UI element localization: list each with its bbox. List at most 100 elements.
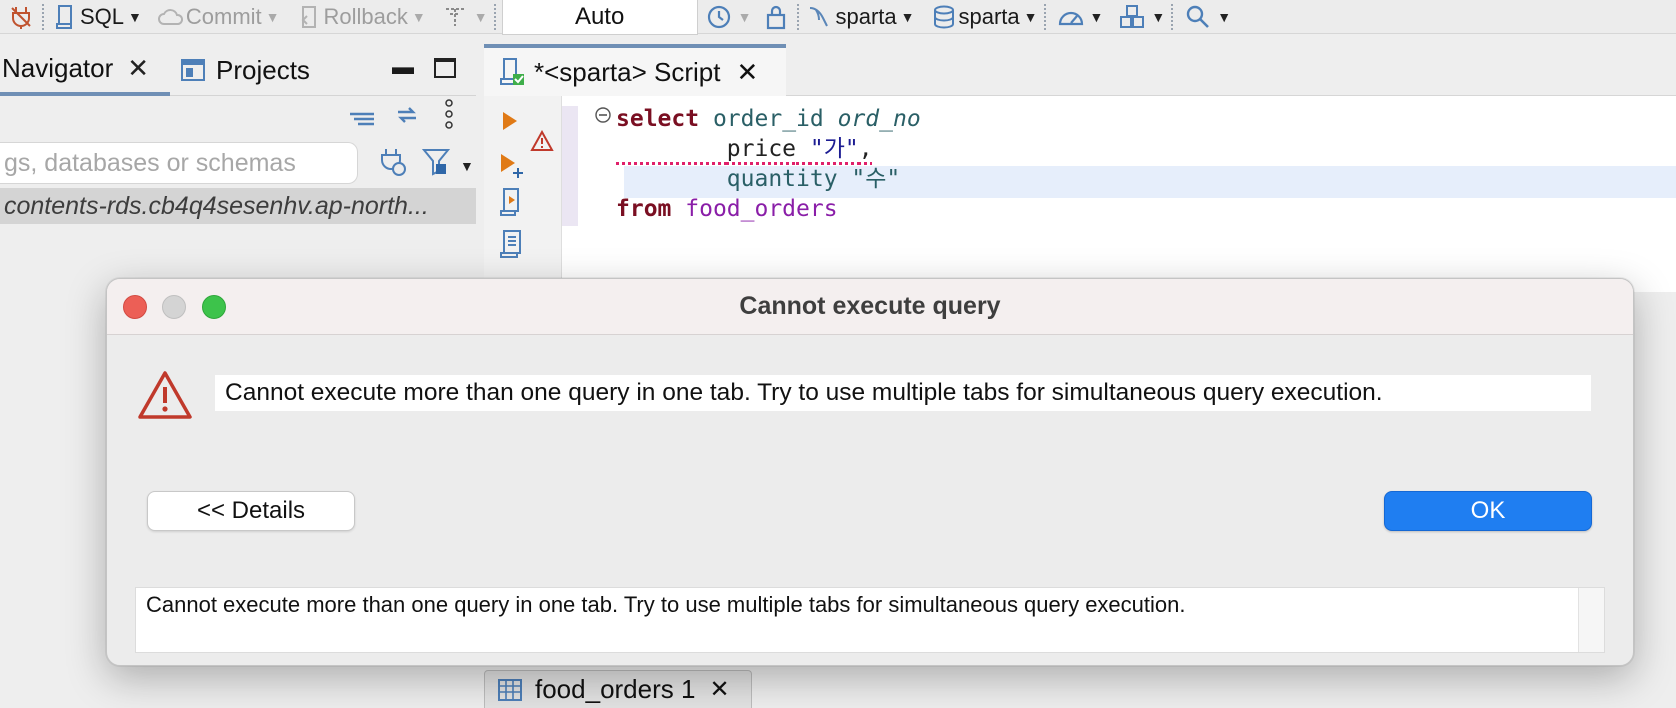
navigator-tab-bar: Navigator ✕ Projects ▬ — [0, 44, 476, 96]
error-details-textarea[interactable]: Cannot execute more than one query in on… — [135, 587, 1605, 653]
ok-button[interactable]: OK — [1384, 491, 1592, 531]
rollback-icon — [294, 2, 324, 32]
toolbar-separator — [1043, 3, 1046, 30]
sql-editor[interactable]: select order_id ord_no price "가", quanti… — [484, 96, 1676, 292]
sql-script-icon — [496, 56, 526, 88]
dialog-title-bar: Cannot execute query — [107, 279, 1633, 335]
string-literal: "가" — [809, 136, 859, 162]
schema-label: sparta — [958, 3, 1020, 29]
chevron-down-icon[interactable]: ▼ — [460, 158, 474, 174]
datasource-selector[interactable]: sparta ▼ — [805, 0, 915, 34]
code-line: from food_orders — [616, 194, 921, 224]
editor-ruler — [562, 106, 578, 226]
transaction-icon — [440, 2, 470, 32]
toolbar-separator — [1171, 3, 1174, 30]
code-line: select order_id ord_no — [616, 104, 921, 134]
column-name: order_id — [712, 106, 824, 132]
window-close-button[interactable] — [123, 295, 147, 319]
dashboard-button[interactable]: ▼ — [1056, 0, 1104, 34]
close-icon[interactable]: ✕ — [127, 53, 149, 84]
sql-code: select order_id ord_no price "가", quanti… — [616, 104, 921, 224]
tab-projects[interactable]: Projects — [180, 44, 340, 96]
close-icon[interactable]: ✕ — [736, 57, 758, 88]
chevron-down-icon[interactable]: ▼ — [901, 9, 915, 25]
execute-statement-icon[interactable] — [496, 108, 522, 139]
chevron-down-icon[interactable]: ▼ — [1024, 9, 1038, 25]
sql-editor-button[interactable]: SQL ▼ — [50, 0, 142, 34]
more-options-icon[interactable] — [444, 98, 454, 135]
cloud-icon — [156, 2, 186, 32]
chevron-down-icon[interactable]: ▼ — [412, 9, 426, 25]
history-icon — [704, 2, 734, 32]
chevron-down-icon[interactable]: ▼ — [266, 9, 280, 25]
tab-projects-label: Projects — [216, 54, 310, 85]
search-icon — [1183, 2, 1213, 32]
execute-script-icon[interactable] — [498, 186, 524, 221]
transaction-mode-button[interactable]: ▼ — [440, 0, 488, 34]
chevron-down-icon[interactable]: ▼ — [1090, 9, 1104, 25]
minimize-panel-icon[interactable]: ▬ — [392, 54, 414, 80]
close-icon[interactable]: ✕ — [709, 675, 729, 704]
connection-label: contents-rds.cb4q4sesenhv.ap-north... — [4, 191, 429, 220]
code-line: price "가", — [616, 134, 921, 164]
dialog-title: Cannot execute query — [739, 292, 1001, 320]
rollback-button[interactable]: Rollback ▼ — [294, 0, 426, 34]
transaction-mode-field[interactable]: Auto — [501, 0, 698, 35]
error-details-text: Cannot execute more than one query in on… — [146, 592, 1186, 617]
editor-action-gutter — [484, 96, 562, 292]
chevron-down-icon[interactable]: ▼ — [128, 9, 142, 25]
column-name: quantity — [726, 166, 838, 192]
navigator-search-input[interactable]: gs, databases or schemas — [0, 142, 358, 184]
sql-keyword: from — [616, 196, 672, 222]
window-maximize-button[interactable] — [202, 295, 226, 319]
filter-icon[interactable] — [421, 146, 452, 183]
execute-in-new-tab-icon[interactable] — [496, 150, 526, 185]
main-toolbar: SQL ▼ Commit ▼ Rollback ▼ ▼ Auto ▼ spart… — [0, 0, 1676, 35]
lock-button[interactable] — [761, 0, 791, 34]
datasource-label: sparta — [835, 3, 897, 29]
chevron-down-icon[interactable]: ▼ — [738, 9, 752, 25]
database-icon — [929, 2, 959, 32]
search-placeholder: gs, databases or schemas — [4, 148, 296, 177]
disconnect-button[interactable] — [6, 0, 36, 34]
schema-selector[interactable]: sparta ▼ — [929, 0, 1038, 34]
explain-plan-icon[interactable] — [498, 228, 524, 263]
details-button[interactable]: << Details — [147, 491, 355, 531]
chevron-down-icon[interactable]: ▼ — [474, 9, 488, 25]
warning-icon — [137, 369, 193, 421]
fold-collapse-icon[interactable] — [594, 106, 612, 129]
link-with-editor-icon[interactable] — [394, 102, 420, 133]
warning-icon — [530, 129, 554, 157]
chevron-down-icon[interactable]: ▼ — [1217, 9, 1231, 25]
window-minimize-button[interactable] — [162, 295, 186, 319]
tab-navigator[interactable]: Navigator ✕ — [0, 44, 170, 96]
error-message-text: Cannot execute more than one query in on… — [225, 379, 1383, 406]
tab-sql-script[interactable]: *<sparta> Script ✕ — [484, 44, 786, 96]
commit-button[interactable]: Commit ▼ — [156, 0, 280, 34]
history-button[interactable]: ▼ — [704, 0, 752, 34]
tools-button[interactable]: ▼ — [1117, 0, 1165, 34]
plug-icon — [6, 2, 36, 32]
error-dialog: Cannot execute query Cannot execute more… — [106, 278, 1634, 666]
search-button[interactable]: ▼ — [1183, 0, 1231, 34]
connection-filter-icon[interactable] — [378, 146, 408, 183]
rollback-label: Rollback — [323, 3, 408, 29]
details-scrollbar[interactable] — [1578, 588, 1604, 652]
code-punctuation: , — [858, 136, 873, 162]
lock-icon — [761, 2, 791, 32]
collapse-all-icon[interactable] — [348, 106, 376, 131]
editor-tab-bar: *<sparta> Script ✕ — [484, 44, 1676, 96]
sql-script-icon — [50, 2, 80, 32]
table-name: food_orders — [685, 196, 838, 222]
toolbar-separator — [797, 3, 800, 30]
sql-label: SQL — [80, 3, 125, 29]
error-message: Cannot execute more than one query in on… — [215, 375, 1591, 411]
chevron-down-icon[interactable]: ▼ — [1151, 9, 1165, 25]
mysql-dolphin-icon — [805, 2, 835, 32]
table-grid-icon — [497, 678, 523, 702]
code-line: quantity "수" — [616, 164, 921, 194]
tab-result[interactable]: food_orders 1 ✕ — [484, 670, 752, 708]
connection-tree-item[interactable]: contents-rds.cb4q4sesenhv.ap-north... — [0, 188, 476, 224]
sql-keyword: select — [616, 106, 700, 132]
maximize-panel-icon[interactable] — [434, 58, 456, 78]
